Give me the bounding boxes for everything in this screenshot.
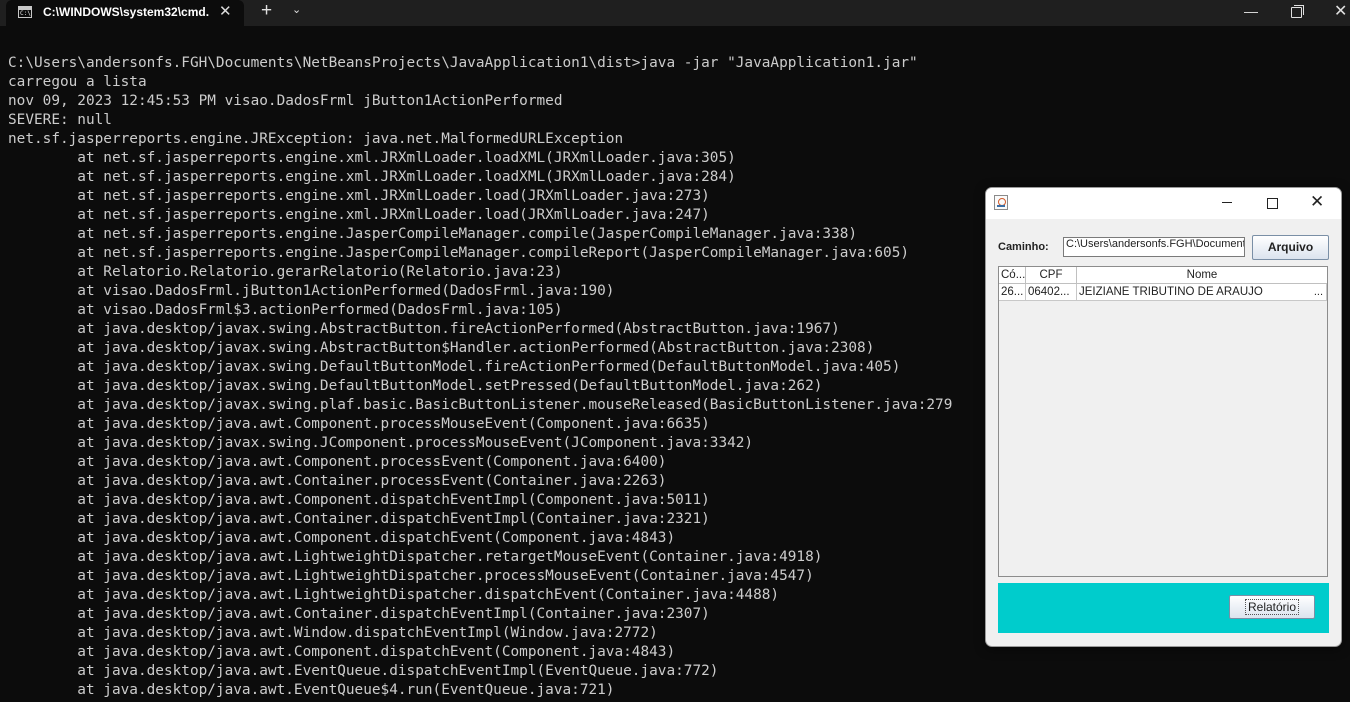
cell-nome: JEIZIANE TRIBUTINO DE ARAUJO [1077, 284, 1327, 300]
column-header-cpf[interactable]: CPF [1026, 267, 1077, 283]
java-dialog: ✕ Caminho: C:\Users\andersonfs.FGH\Docum… [985, 187, 1342, 647]
console-line: at java.desktop/java.awt.EventQueue.disp… [8, 663, 719, 679]
path-input[interactable]: C:\Users\andersonfs.FGH\Documents [1063, 237, 1245, 257]
column-header-nome[interactable]: Nome [1077, 267, 1327, 283]
arquivo-button[interactable]: Arquivo [1252, 235, 1329, 260]
console-line: SEVERE: null [8, 112, 112, 128]
relatorio-button[interactable]: Relatório [1229, 595, 1315, 619]
console-line: at java.desktop/java.awt.EventQueue$4.ru… [8, 682, 615, 698]
cell-overflow-ellipsis: ... [1313, 286, 1323, 298]
console-line: at net.sf.jasperreports.engine.xml.JRXml… [8, 150, 736, 166]
dialog-close-button[interactable]: ✕ [1310, 192, 1324, 212]
relatorio-button-label: Relatório [1244, 599, 1300, 615]
terminal-tab[interactable]: C:\ C:\WINDOWS\system32\cmd. ✕ [6, 0, 244, 26]
new-tab-button[interactable]: + [261, 0, 272, 22]
dialog-minimize-button[interactable] [1222, 202, 1232, 203]
table-row[interactable]: 26... 06402... JEIZIANE TRIBUTINO DE ARA… [999, 284, 1327, 301]
close-button[interactable]: ✕ [1334, 1, 1347, 21]
data-table[interactable]: Có... CPF Nome 26... 06402... JEIZIANE T… [998, 266, 1328, 577]
terminal-titlebar: C:\ C:\WINDOWS\system32\cmd. ✕ + ⌄ — ✕ [0, 0, 1350, 26]
cell-cpf: 06402... [1026, 284, 1077, 300]
console-line: at net.sf.jasperreports.engine.xml.JRXml… [8, 169, 736, 185]
cmd-icon: C:\ [18, 6, 32, 18]
cell-codigo: 26... [999, 284, 1026, 300]
console-line: nov 09, 2023 12:45:53 PM visao.DadosFrml… [8, 93, 563, 109]
dialog-maximize-button[interactable] [1267, 198, 1278, 209]
minimize-button[interactable]: — [1244, 3, 1258, 19]
restore-button[interactable] [1291, 5, 1304, 18]
column-header-codigo[interactable]: Có... [999, 267, 1026, 283]
cmd-icon-text: C:\ [20, 10, 31, 17]
table-header: Có... CPF Nome [999, 267, 1327, 284]
java-icon [994, 195, 1008, 210]
dialog-titlebar: ✕ [986, 188, 1341, 219]
chevron-down-icon[interactable]: ⌄ [292, 3, 301, 16]
caminho-label: Caminho: [998, 241, 1049, 253]
console-line: carregou a lista [8, 74, 147, 90]
bottom-panel: Relatório [998, 583, 1329, 633]
tab-close-icon[interactable]: ✕ [219, 2, 232, 20]
tab-title: C:\WINDOWS\system32\cmd. [43, 5, 210, 19]
console-line: net.sf.jasperreports.engine.JRException:… [8, 131, 624, 147]
console-line: C:\Users\andersonfs.FGH\Documents\NetBea… [8, 55, 918, 71]
